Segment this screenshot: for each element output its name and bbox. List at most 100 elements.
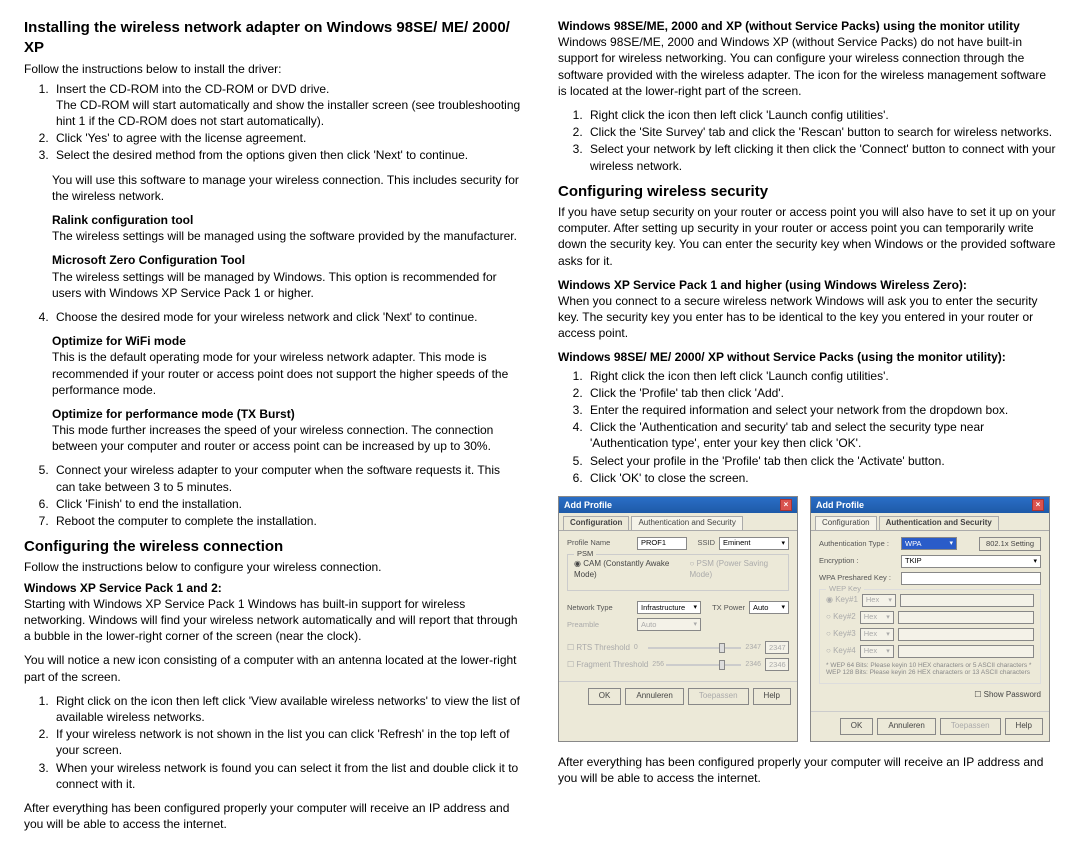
config-heading: Configuring the wireless connection [24, 537, 522, 557]
help-button[interactable]: Help [753, 688, 791, 705]
sec-step-3: Enter the required information and selec… [586, 402, 1056, 418]
8021x-button[interactable]: 802.1x Setting [979, 537, 1041, 551]
preamble-label: Preamble [567, 620, 633, 630]
tab-configuration-2[interactable]: Configuration [815, 516, 877, 530]
rts-max: 2347 [745, 643, 761, 652]
chevron-down-icon: ▾ [693, 620, 697, 629]
install-step-7: Reboot the computer to complete the inst… [52, 513, 522, 529]
dialog-titlebar-1: Add Profile × [559, 497, 797, 513]
notice-icon-text: You will notice a new icon consisting of… [24, 652, 522, 684]
key4-input [898, 645, 1034, 658]
ok-button-2[interactable]: OK [840, 718, 874, 735]
key3-radio: Key#3 [826, 629, 856, 640]
sec-step-4: Click the 'Authentication and security' … [586, 419, 1056, 451]
wep-legend: WEP Key [826, 584, 864, 594]
profile-name-input[interactable]: PROF1 [637, 537, 687, 550]
install-step-6: Click 'Finish' to end the installation. [52, 496, 522, 512]
xp12-text: Starting with Windows XP Service Pack 1 … [24, 596, 522, 645]
frag-slider[interactable] [666, 664, 741, 666]
rts-value: 2347 [765, 641, 789, 654]
zero-block: Microsoft Zero Configuration Tool The wi… [52, 252, 522, 301]
key2-input [898, 611, 1034, 624]
chevron-down-icon: ▾ [693, 603, 697, 612]
monitor-step-3: Select your network by left clicking it … [586, 141, 1056, 173]
install-list-b: Choose the desired mode for your wireles… [24, 309, 522, 325]
key4-hex: Hex▾ [860, 645, 894, 658]
chevron-down-icon: ▾ [781, 539, 785, 548]
frag-checkbox[interactable]: Fragment Threshold [567, 660, 648, 671]
apply-button[interactable]: Toepassen [688, 688, 749, 705]
config-step-3: When your wireless network is found you … [52, 760, 522, 792]
network-type-select[interactable]: Infrastructure▾ [637, 601, 701, 614]
psm-radio[interactable]: PSM (Power Saving Mode) [689, 559, 782, 581]
psm-fieldset: PSM CAM (Constantly Awake Mode) PSM (Pow… [567, 554, 789, 592]
dialog-screenshots: Add Profile × Configuration Authenticati… [558, 496, 1056, 742]
monitor-list: Right click the icon then left click 'La… [558, 107, 1056, 174]
add-profile-dialog-config: Add Profile × Configuration Authenticati… [558, 496, 798, 742]
ok-button[interactable]: OK [588, 688, 622, 705]
show-password-check[interactable]: Show Password [974, 690, 1041, 701]
sec-step-2: Click the 'Profile' tab then click 'Add'… [586, 385, 1056, 401]
ssid-select[interactable]: Eminent▾ [719, 537, 789, 550]
after-text-left: After everything has been configured pro… [24, 800, 522, 832]
close-icon[interactable]: × [780, 499, 792, 511]
key1-input [900, 594, 1034, 607]
sec-step-6: Click 'OK' to close the screen. [586, 470, 1056, 486]
psm-legend: PSM [574, 549, 596, 559]
key2-radio: Key#2 [826, 612, 856, 623]
cancel-button-2[interactable]: Annuleren [877, 718, 935, 735]
key3-hex: Hex▾ [860, 628, 894, 641]
dialog-buttons-2: OK Annuleren Toepassen Help [811, 711, 1049, 741]
two-column-layout: Installing the wireless network adapter … [24, 18, 1056, 840]
security-list: Right click the icon then left click 'La… [558, 368, 1056, 486]
dialog-tabs-2: Configuration Authentication and Securit… [811, 513, 1049, 530]
xpzero-heading: Windows XP Service Pack 1 and higher (us… [558, 277, 1056, 293]
key3-input [898, 628, 1034, 641]
apply-button-2[interactable]: Toepassen [940, 718, 1001, 735]
frag-max: 2346 [745, 660, 761, 669]
help-button-2[interactable]: Help [1005, 718, 1043, 735]
rts-checkbox[interactable]: RTS Threshold [567, 643, 630, 654]
preamble-select: Auto▾ [637, 618, 701, 631]
frag-value: 2346 [765, 658, 789, 671]
chevron-down-icon: ▾ [949, 539, 953, 548]
install-step-2: Click 'Yes' to agree with the license ag… [52, 130, 522, 146]
dialog-tabs-1: Configuration Authentication and Securit… [559, 513, 797, 530]
install-step-3: Select the desired method from the optio… [52, 147, 522, 163]
encryption-select[interactable]: TKIP▾ [901, 555, 1041, 568]
tab-auth-security[interactable]: Authentication and Security [631, 516, 742, 530]
tab-auth-security-2[interactable]: Authentication and Security [879, 516, 999, 530]
wpa-key-label: WPA Preshared Key : [819, 573, 897, 583]
profile-name-label: Profile Name [567, 538, 633, 548]
install-follow: Follow the instructions below to install… [24, 61, 522, 77]
encryption-label: Encryption : [819, 556, 897, 566]
right-column: Windows 98SE/ME, 2000 and XP (without Se… [558, 18, 1056, 840]
wpa-key-input[interactable] [901, 572, 1041, 585]
chevron-down-icon: ▾ [1033, 557, 1037, 566]
wifi-block: Optimize for WiFi mode This is the defau… [52, 333, 522, 398]
monitor-heading: Windows 98SE/ME, 2000 and XP (without Se… [558, 18, 1056, 34]
dialog-titlebar-2: Add Profile × [811, 497, 1049, 513]
key1-hex: Hex▾ [862, 594, 896, 607]
rts-slider[interactable] [648, 647, 742, 649]
config-list: Right click on the icon then left click … [24, 693, 522, 792]
zero-heading: Microsoft Zero Configuration Tool [52, 252, 522, 268]
add-profile-dialog-auth: Add Profile × Configuration Authenticati… [810, 496, 1050, 742]
key4-radio: Key#4 [826, 646, 856, 657]
txburst-block: Optimize for performance mode (TX Burst)… [52, 406, 522, 455]
txburst-heading: Optimize for performance mode (TX Burst) [52, 406, 522, 422]
cancel-button[interactable]: Annuleren [625, 688, 683, 705]
dialog-buttons-1: OK Annuleren Toepassen Help [559, 681, 797, 711]
security-heading: Configuring wireless security [558, 182, 1056, 202]
tx-power-label: TX Power [705, 603, 745, 613]
use-note: You will use this software to manage you… [52, 172, 522, 204]
cam-radio[interactable]: CAM (Constantly Awake Mode) [574, 559, 681, 581]
install-step-1-text: Insert the CD-ROM into the CD-ROM or DVD… [56, 82, 329, 96]
auth-type-select[interactable]: WPA▾ [901, 537, 957, 550]
install-step-4: Choose the desired mode for your wireles… [52, 309, 522, 325]
network-type-label: Network Type [567, 603, 633, 613]
tab-configuration[interactable]: Configuration [563, 516, 629, 530]
tx-power-select[interactable]: Auto▾ [749, 601, 789, 614]
install-step-1b-text: The CD-ROM will start automatically and … [56, 98, 520, 128]
close-icon[interactable]: × [1032, 499, 1044, 511]
